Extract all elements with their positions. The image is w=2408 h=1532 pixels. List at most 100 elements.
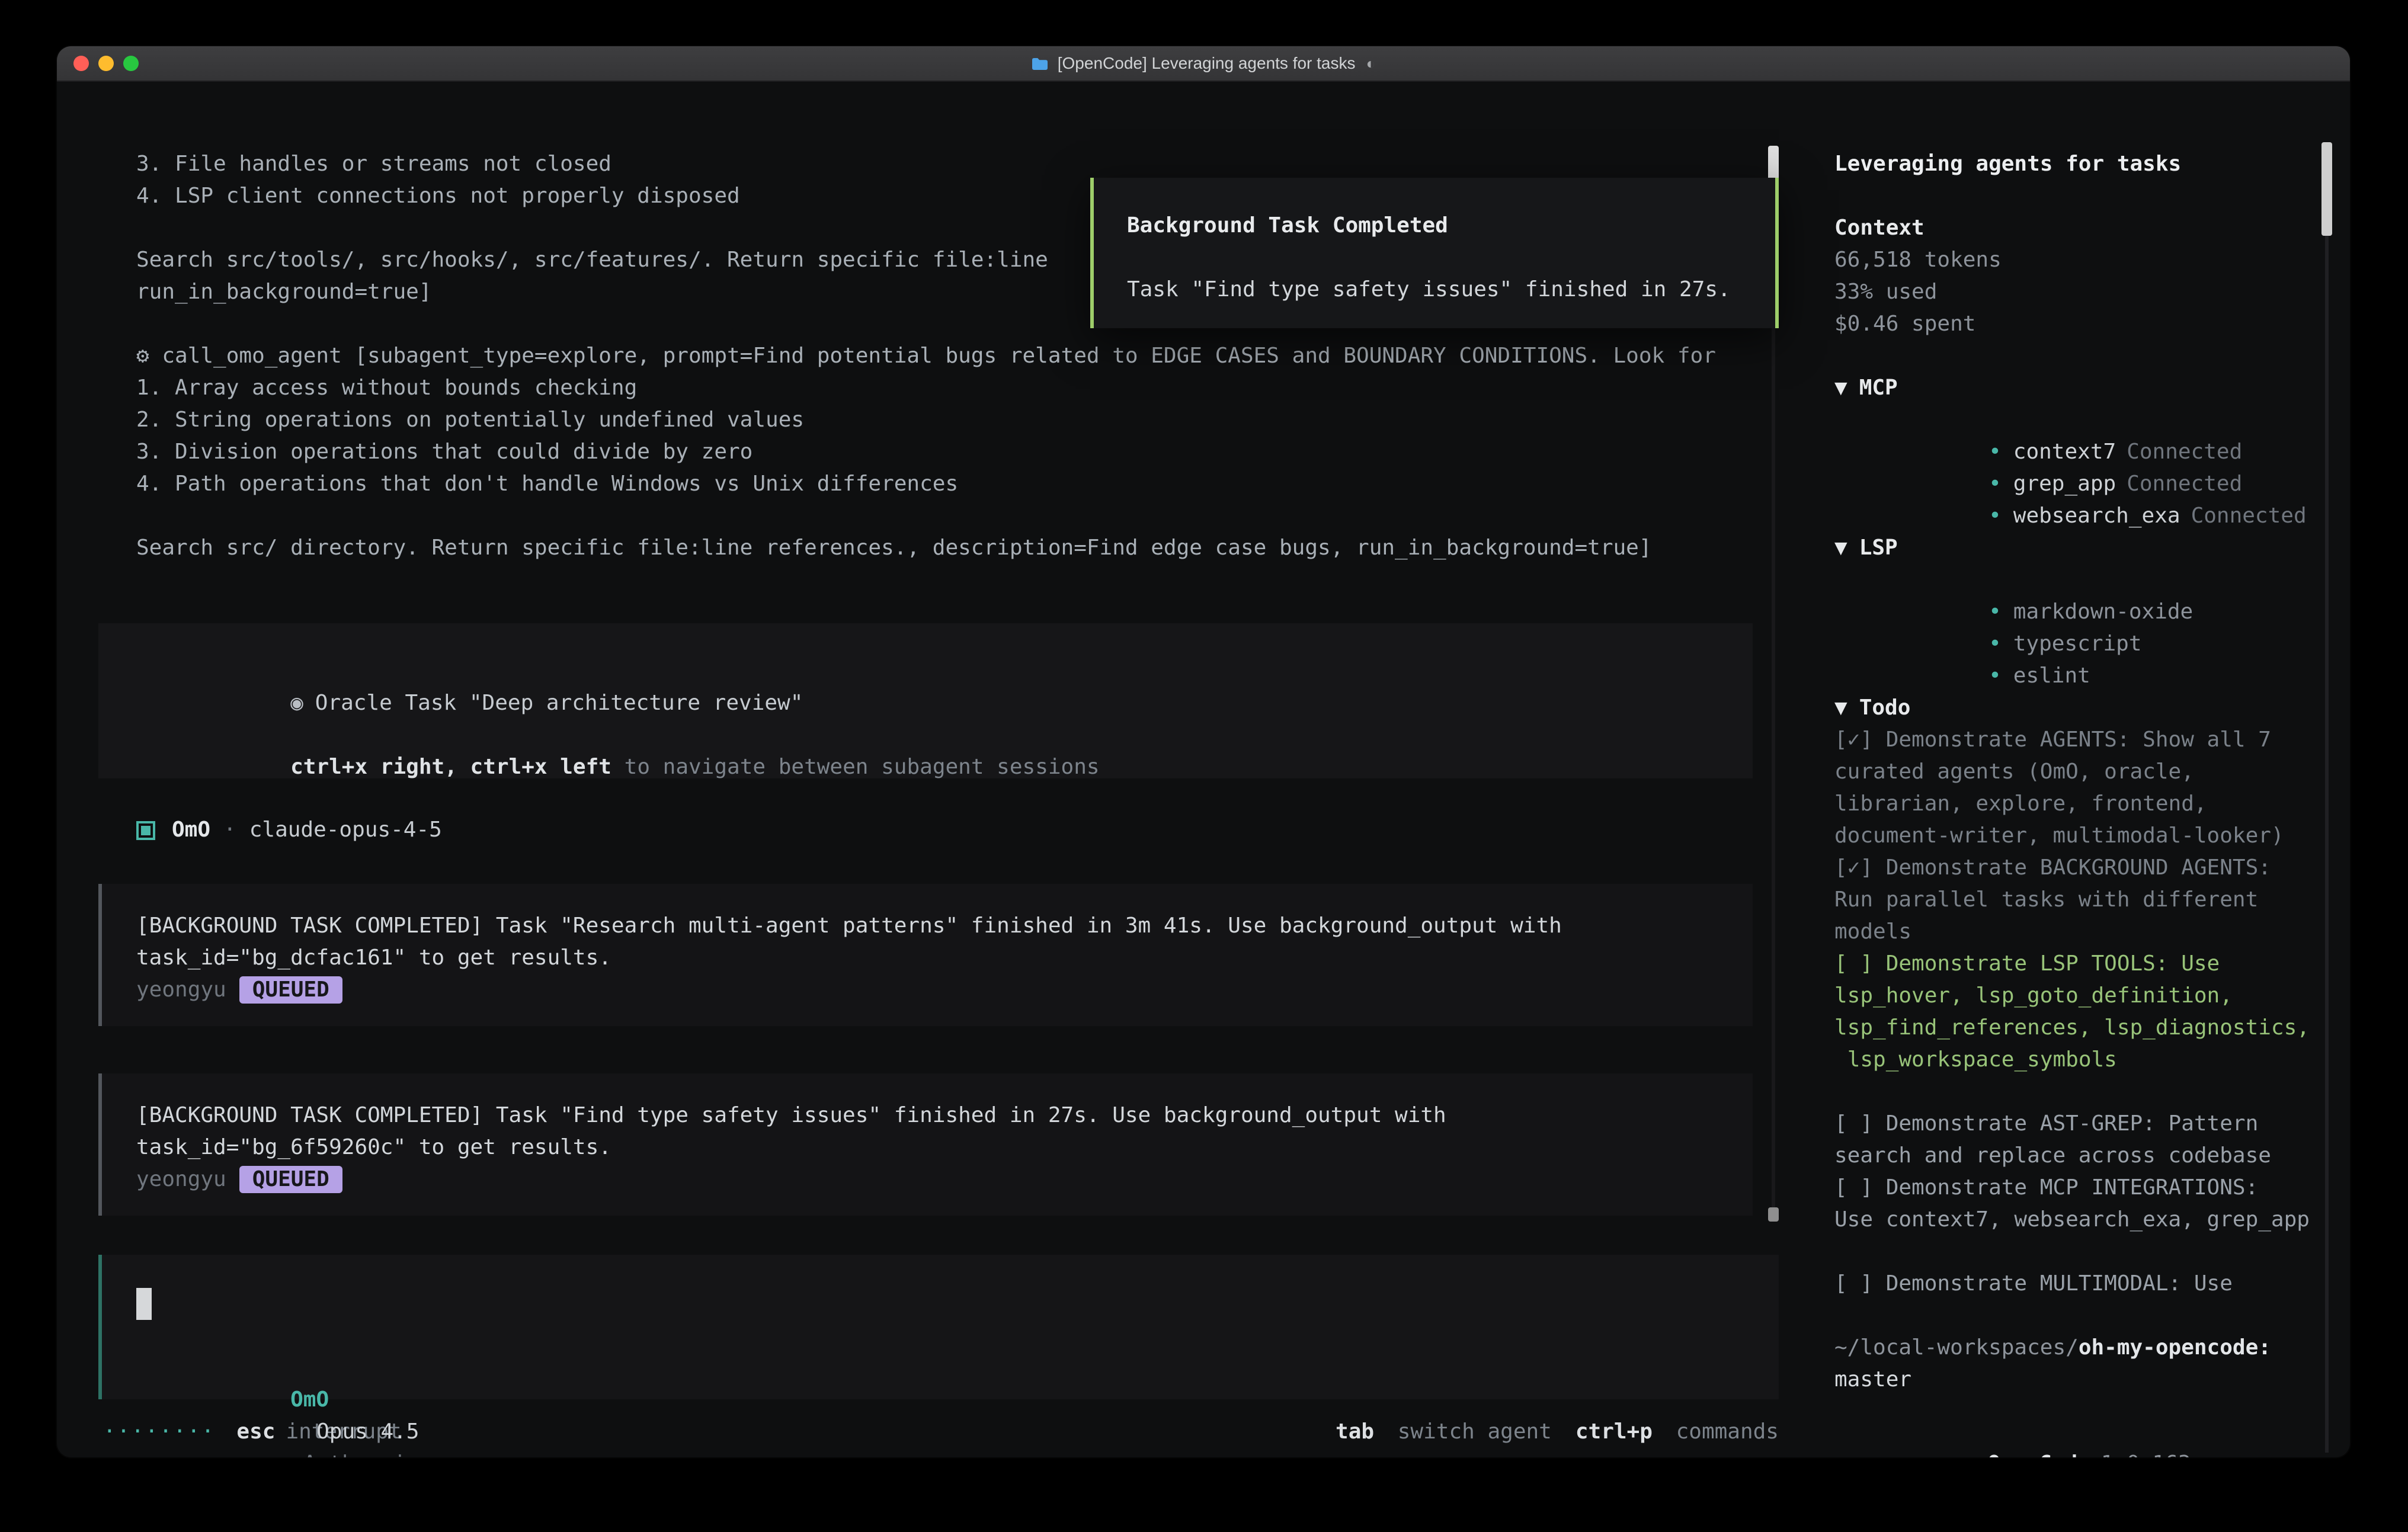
zoom-window-button[interactable]	[123, 56, 139, 71]
lsp-name: eslint	[2013, 664, 2090, 688]
mcp-name: context7	[2013, 440, 2116, 464]
context-heading: Context	[1834, 212, 2321, 244]
active-model-label: Opus 4.5	[316, 1419, 419, 1444]
mcp-heading: MCP	[1859, 376, 1898, 400]
git-branch: master	[1834, 1364, 2321, 1396]
chat-column: 3. File handles or streams not closed 4.…	[98, 148, 1779, 1448]
queued-status-badge: QUEUED	[239, 1166, 342, 1193]
app-name: OpenCode	[1987, 1451, 2090, 1457]
chevron-down-icon: ▼	[1834, 696, 1847, 720]
message-text-line: task_id="bg_6f59260c" to get results.	[136, 1132, 1753, 1164]
todo-heading: Todo	[1859, 696, 1911, 720]
tool-call-line: ⚙ call_omo_agent [subagent_type=explore,…	[136, 340, 1779, 372]
status-bar-right: tab switch agent ctrl+p commands	[1312, 1416, 1779, 1448]
log-line: Search src/ directory. Return specific f…	[136, 532, 1779, 564]
toast-notification: Background Task Completed Task "Find typ…	[1090, 178, 1779, 328]
mcp-status: Connected	[2191, 504, 2307, 528]
chevron-down-icon: ▼	[1834, 376, 1847, 400]
log-line: 4. Path operations that don't handle Win…	[136, 468, 1779, 500]
agent-session-header: OmO · claude-opus-4-5	[136, 814, 1779, 846]
app-version: 1.0.163	[2101, 1451, 2191, 1457]
bullet-icon: •	[1963, 1451, 1976, 1457]
log-line	[136, 500, 1779, 532]
context-spent: $0.46 spent	[1834, 308, 2321, 340]
provider-label: Anthropic	[303, 1451, 419, 1457]
lsp-name: markdown-oxide	[2013, 600, 2193, 624]
minimize-window-button[interactable]	[98, 56, 114, 71]
workspace-repo: oh-my-opencode:	[2079, 1335, 2271, 1360]
session-title: Leveraging agents for tasks	[1834, 148, 2321, 180]
window-title-text: [OpenCode] Leveraging agents for tasks	[1058, 46, 1356, 81]
agent-model: claude-opus-4-5	[249, 814, 442, 846]
background-task-message: [BACKGROUND TASK COMPLETED] Task "Find t…	[98, 1073, 1753, 1216]
text-cursor	[136, 1288, 152, 1320]
mcp-section: ▼MCP •context7Connected •grep_appConnect…	[1834, 372, 2321, 500]
chat-scrollbar-thumb-secondary[interactable]	[1768, 1207, 1779, 1222]
session-status-icon: ◐	[1366, 46, 1376, 81]
folder-icon	[1032, 56, 1049, 70]
terminal-window: [OpenCode] Leveraging agents for tasks ◐…	[57, 46, 2350, 1457]
mcp-status: Connected	[2127, 440, 2242, 464]
log-line: 3. File handles or streams not closed	[136, 148, 1779, 180]
lsp-name: typescript	[2013, 632, 2142, 656]
todo-item: [ ] Demonstrate LSP TOOLS: Use lsp_hover…	[1834, 948, 2321, 1076]
lsp-item: •markdown-oxide	[1834, 564, 2321, 596]
todo-section: ▼ Todo [✓] Demonstrate AGENTS: Show all 7…	[1834, 692, 2321, 1300]
active-agent-label: OmO	[290, 1387, 329, 1412]
bullet-icon: •	[1988, 632, 2002, 656]
sidebar-scrollbar-thumb[interactable]	[2321, 142, 2332, 236]
hint-text: to navigate between subagent sessions	[611, 755, 1100, 780]
bullet-icon: •	[1988, 600, 2002, 624]
window-title: [OpenCode] Leveraging agents for tasks ◐	[1032, 46, 1376, 81]
window-controls	[73, 56, 139, 71]
log-line: 3. Division operations that could divide…	[136, 436, 1779, 468]
sidebar-scrollbar-track	[2325, 142, 2329, 1453]
message-author: yeongyu	[136, 974, 226, 1006]
log-line: 1. Array access without bounds checking	[136, 372, 1779, 404]
separator-dot: ·	[223, 814, 236, 846]
workspace-path-prefix: ~/local-workspaces/	[1834, 1335, 2079, 1360]
hint-keys: ctrl+x right, ctrl+x left	[290, 755, 611, 780]
subagent-nav-hint: ctrl+x right, ctrl+x left to navigate be…	[136, 719, 1753, 751]
todo-item: [ ] Demonstrate MCP INTEGRATIONS: Use co…	[1834, 1172, 2321, 1236]
message-text-line: [BACKGROUND TASK COMPLETED] Task "Find t…	[136, 1100, 1753, 1132]
context-used: 33% used	[1834, 276, 2321, 308]
background-task-message: [BACKGROUND TASK COMPLETED] Task "Resear…	[98, 884, 1753, 1026]
app-version-footer: •OpenCode1.0.163	[1834, 1416, 2321, 1448]
prompt-input[interactable]: OmO Opus 4.5 Anthropic	[98, 1255, 1779, 1399]
workspace-info: ~/local-workspaces/oh-my-opencode: maste…	[1834, 1332, 2321, 1396]
composer-meta: OmO Opus 4.5 Anthropic	[136, 1352, 420, 1384]
agent-name: OmO	[172, 814, 210, 846]
oracle-task-panel: ◉Oracle Task "Deep architecture review" …	[98, 623, 1753, 778]
agent-icon	[136, 821, 155, 839]
message-meta: yeongyu QUEUED	[136, 974, 1753, 1006]
todo-item: [✓] Demonstrate BACKGROUND AGENTS: Run p…	[1834, 852, 2321, 948]
desktop: [OpenCode] Leveraging agents for tasks ◐…	[0, 0, 2408, 1532]
queued-status-badge: QUEUED	[239, 976, 342, 1004]
message-text-line: task_id="bg_dcfac161" to get results.	[136, 942, 1753, 974]
bullet-icon: •	[1988, 664, 2002, 688]
message-author: yeongyu	[136, 1164, 226, 1196]
tab-key-hint: tab	[1336, 1419, 1374, 1444]
lsp-heading: LSP	[1859, 536, 1898, 560]
commands-hint-group: ctrl+p commands	[1576, 1416, 1779, 1448]
tab-hint-group: tab switch agent	[1336, 1416, 1552, 1448]
record-icon: ◉	[290, 691, 303, 716]
sidebar: Leveraging agents for tasks Context 66,5…	[1834, 148, 2321, 1448]
tab-key-label: switch agent	[1398, 1419, 1552, 1444]
commands-key-hint: ctrl+p	[1576, 1419, 1653, 1444]
context-section: Context 66,518 tokens 33% used $0.46 spe…	[1834, 212, 2321, 340]
toast-body: Task "Find type safety issues" finished …	[1127, 274, 1775, 306]
bullet-icon: •	[1988, 440, 2002, 464]
todo-section-header: ▼ Todo	[1834, 692, 2321, 724]
bullet-icon: •	[1988, 472, 2002, 496]
mcp-item: •context7Connected	[1834, 404, 2321, 436]
message-text-line: [BACKGROUND TASK COMPLETED] Task "Resear…	[136, 910, 1753, 942]
mcp-section-header: ▼ MCP	[1834, 372, 2321, 404]
window-titlebar[interactable]: [OpenCode] Leveraging agents for tasks ◐	[57, 46, 2350, 82]
oracle-task-label: Oracle Task "Deep architecture review"	[315, 691, 803, 716]
todo-item: [ ] Demonstrate MULTIMODAL: Use	[1834, 1268, 2321, 1300]
bullet-icon: •	[1988, 504, 2002, 528]
close-window-button[interactable]	[73, 56, 89, 71]
todo-item: [✓] Demonstrate AGENTS: Show all 7 curat…	[1834, 724, 2321, 852]
